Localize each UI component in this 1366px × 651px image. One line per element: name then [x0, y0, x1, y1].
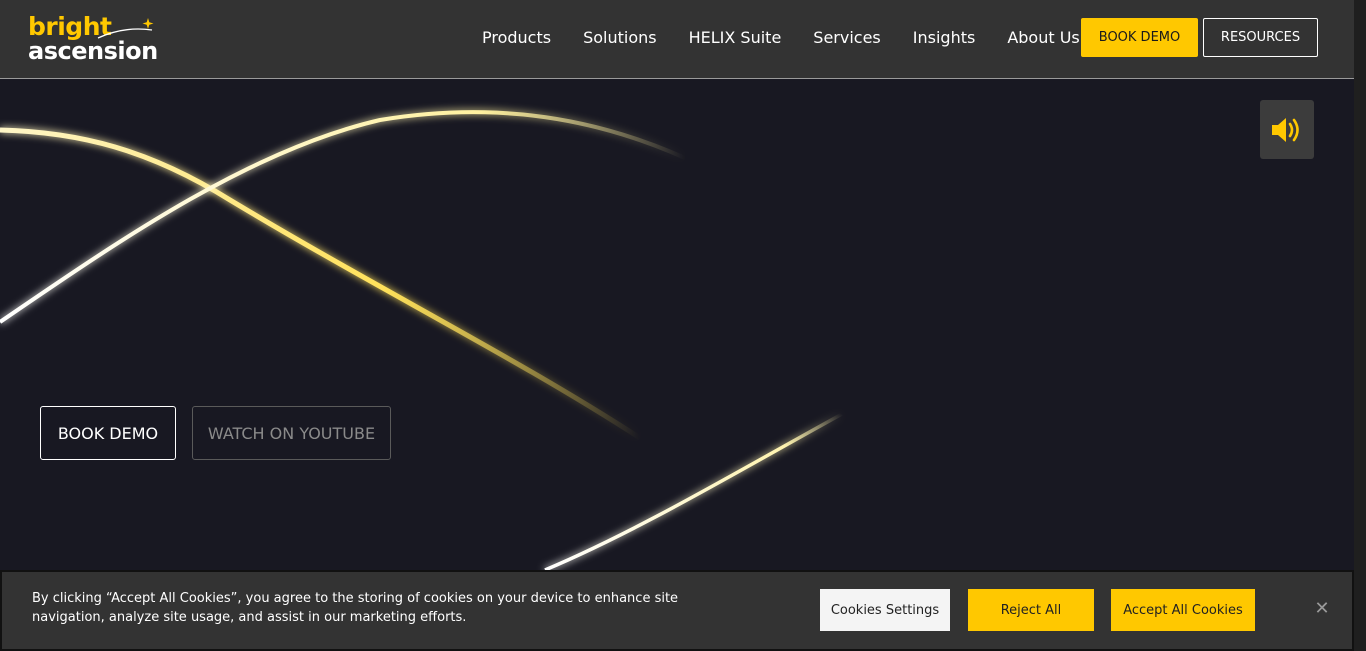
nav-item-insights[interactable]: Insights	[897, 28, 992, 47]
close-icon[interactable]: ✕	[1312, 599, 1332, 619]
cookie-notice-text: By clicking “Accept All Cookies”, you ag…	[32, 591, 679, 625]
light-streak-3	[544, 412, 843, 570]
watch-on-youtube-button[interactable]: WATCH ON YOUTUBE	[192, 406, 391, 460]
main-nav: Products Solutions HELIX Suite Services …	[466, 0, 1096, 74]
page-scrollbar[interactable]	[1354, 0, 1366, 651]
hero-light-streaks	[0, 110, 843, 570]
header-resources-button[interactable]: RESOURCES	[1203, 18, 1318, 57]
speaker-volume-icon	[1272, 117, 1299, 142]
site-header: bright ascension Products Solutions HELI…	[0, 0, 1354, 79]
hero-book-demo-button[interactable]: BOOK DEMO	[40, 406, 176, 460]
reject-all-button[interactable]: Reject All	[968, 589, 1094, 631]
cookie-banner: By clicking “Accept All Cookies”, you ag…	[0, 570, 1354, 651]
sound-toggle-button[interactable]	[1260, 100, 1314, 159]
nav-item-solutions[interactable]: Solutions	[567, 28, 673, 47]
nav-item-services[interactable]: Services	[797, 28, 896, 47]
header-book-demo-button[interactable]: BOOK DEMO	[1081, 18, 1198, 57]
nav-item-helix-suite[interactable]: HELIX Suite	[673, 28, 798, 47]
brand-logo[interactable]: bright ascension	[28, 14, 158, 66]
cookies-settings-button[interactable]: Cookies Settings	[820, 589, 950, 631]
accept-all-cookies-button[interactable]: Accept All Cookies	[1111, 589, 1255, 631]
page: bright ascension Products Solutions HELI…	[0, 0, 1366, 651]
hero-section	[0, 80, 1354, 570]
nav-item-products[interactable]: Products	[466, 28, 567, 47]
light-streak-1	[0, 127, 642, 441]
logo-text-bottom: ascension	[28, 37, 158, 65]
